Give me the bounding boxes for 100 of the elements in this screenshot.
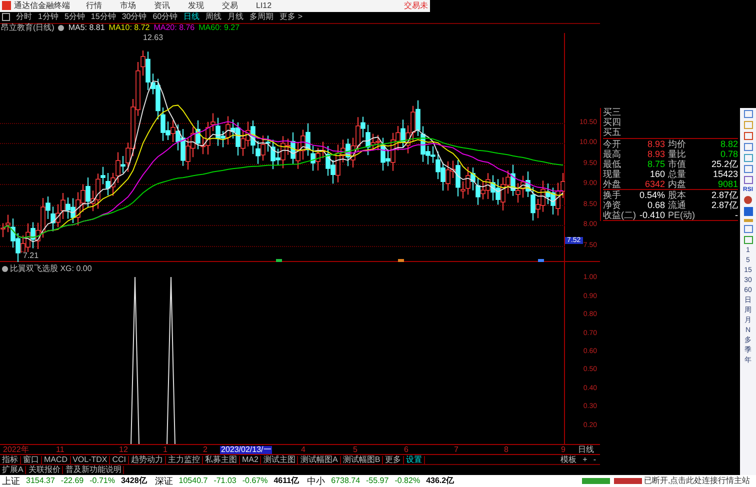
period-tab[interactable]: 15分钟 (90, 13, 116, 22)
index-amount: 436.2亿 (426, 477, 454, 485)
quote-label: 外盘 (603, 180, 622, 188)
template-control[interactable]: - (593, 456, 596, 464)
time-axis-label: 9 (560, 446, 566, 454)
market-breadth-icon (582, 478, 610, 484)
indicator-tab[interactable]: 趋势动力 (129, 456, 166, 464)
index-percent: -0.67% (242, 477, 268, 485)
time-axis-label: 12 (118, 446, 129, 454)
period-tab[interactable]: 日线 (184, 13, 200, 22)
square-icon[interactable] (2, 13, 10, 22)
market-breadth-icon (614, 478, 642, 484)
menu-item[interactable]: 交易 (220, 2, 240, 10)
indicator-tab[interactable]: 主力监控 (166, 456, 204, 464)
quote-label: 均价 (668, 140, 687, 148)
quote-value: 8.75 (646, 160, 665, 168)
index-name: 深证 (154, 476, 173, 486)
indicator-tab[interactable]: 更多 (383, 456, 404, 464)
template-control[interactable]: 模板 (560, 456, 577, 464)
quote-label: 总量 (668, 170, 687, 178)
index-value: 10540.7 (178, 477, 208, 485)
time-axis-label: 4 (300, 446, 306, 454)
event-marker-icon[interactable] (276, 258, 282, 262)
indicator-tab[interactable]: 指标 (0, 456, 21, 464)
moving-average-label: MA10: 8.72 (108, 24, 150, 32)
extra-tab[interactable]: 扩展A (0, 466, 26, 474)
period-tab[interactable]: 更多 > (280, 13, 303, 22)
period-tab[interactable]: 60分钟 (152, 13, 178, 22)
quote-label: 股本 (668, 190, 687, 200)
indicator-tab[interactable]: 测试幅图A (298, 456, 341, 464)
indicator-tab[interactable]: 私募主图 (203, 456, 240, 464)
time-axis-label: 5 (352, 446, 358, 454)
index-change: -22.69 (60, 477, 84, 485)
order-book-label: 买五 (603, 128, 622, 138)
order-book-label: 买四 (603, 118, 622, 128)
menu-item[interactable]: 资讯 (152, 2, 172, 10)
quote-value: 8.82 (719, 140, 738, 148)
menu-item[interactable]: 交易未 (404, 2, 428, 10)
time-axis-label: 2 (202, 446, 208, 454)
time-axis-label: 11 (55, 446, 66, 454)
period-tab[interactable]: 30分钟 (122, 13, 147, 22)
quote-value: 0.68 (646, 200, 665, 210)
extra-tab[interactable]: 关联报价 (26, 466, 64, 474)
period-tab[interactable]: 多周期 (250, 13, 274, 22)
quote-label: 市值 (668, 160, 687, 168)
app-logo-icon (2, 1, 11, 10)
moving-average-label: MA20: 8.76 (154, 24, 195, 32)
quote-label: 流通 (668, 200, 687, 210)
period-tab[interactable]: 1分钟 (38, 13, 58, 22)
index-change: -71.03 (214, 477, 236, 485)
quote-label: 净资 (603, 200, 622, 210)
quote-value: 0.78 (719, 150, 738, 158)
quote-label: 最低 (603, 160, 622, 168)
period-tab[interactable]: 5分钟 (64, 13, 85, 22)
extra-tab[interactable]: 普及新功能说明 (63, 466, 124, 474)
index-name: 上证 (2, 476, 20, 486)
period-tab[interactable]: 月线 (228, 13, 244, 22)
quote-label: 今开 (603, 140, 622, 148)
quote-label: 收益(二) (603, 210, 637, 220)
template-control[interactable]: + (582, 456, 588, 464)
quote-label: 量比 (668, 150, 687, 158)
time-axis-label: 2022年 (2, 446, 30, 454)
menu-item[interactable]: 发现 (186, 2, 206, 10)
connection-status[interactable]: 已断开,点击此处连接行情主站 (644, 477, 750, 485)
menu-item[interactable]: LI12 (254, 2, 274, 10)
indicator-tab[interactable]: CCI (110, 456, 130, 464)
time-axis-label: 7 (453, 446, 460, 454)
quote-value: 15423 (712, 170, 738, 178)
tool-icon[interactable] (744, 196, 752, 204)
menu-item[interactable]: 市场 (118, 2, 138, 10)
quote-label: PE(动) (668, 210, 696, 220)
indicator-tab[interactable]: 窗口 (21, 456, 42, 464)
indicator-tab[interactable]: MACD (42, 456, 71, 464)
indicator-tab[interactable]: MA2 (240, 456, 262, 464)
indicator-tab[interactable]: VOL-TDX (70, 456, 110, 464)
quote-value: 2.87亿 (710, 200, 738, 210)
index-change: -55.97 (366, 477, 389, 485)
quote-value: 9081 (716, 180, 738, 188)
indicator-tab[interactable]: 测试主图 (261, 456, 298, 464)
period-tab[interactable]: 周线 (206, 13, 222, 22)
chart-title: 昂立教育(日线) (1, 24, 54, 32)
moving-average-label: MA60: 9.27 (198, 24, 240, 32)
quote-label: 最高 (603, 150, 622, 158)
event-marker-icon[interactable] (398, 258, 404, 262)
index-amount: 4611亿 (274, 477, 300, 485)
quote-value: 8.93 (646, 150, 665, 158)
quote-label: 换手 (603, 190, 622, 200)
indicator-title: 比翼双飞选股 XG: 0.00 (10, 265, 92, 274)
quote-value: -0.410 (639, 210, 665, 220)
quote-label: 现量 (603, 170, 622, 178)
period-tab[interactable]: 分时 (16, 13, 32, 22)
event-marker-icon[interactable] (538, 258, 544, 262)
period-label: 日线 (578, 446, 594, 454)
indicator-tab[interactable]: 设置 (404, 456, 426, 464)
index-name: 中小 (307, 476, 326, 486)
indicator-tab[interactable]: 测试幅图B (340, 456, 384, 464)
moving-average-label: MA5: 8.81 (68, 24, 105, 32)
index-percent: -0.82% (394, 477, 420, 485)
index-amount: 3428亿 (120, 477, 147, 485)
menu-item[interactable]: 行情 (84, 2, 104, 10)
